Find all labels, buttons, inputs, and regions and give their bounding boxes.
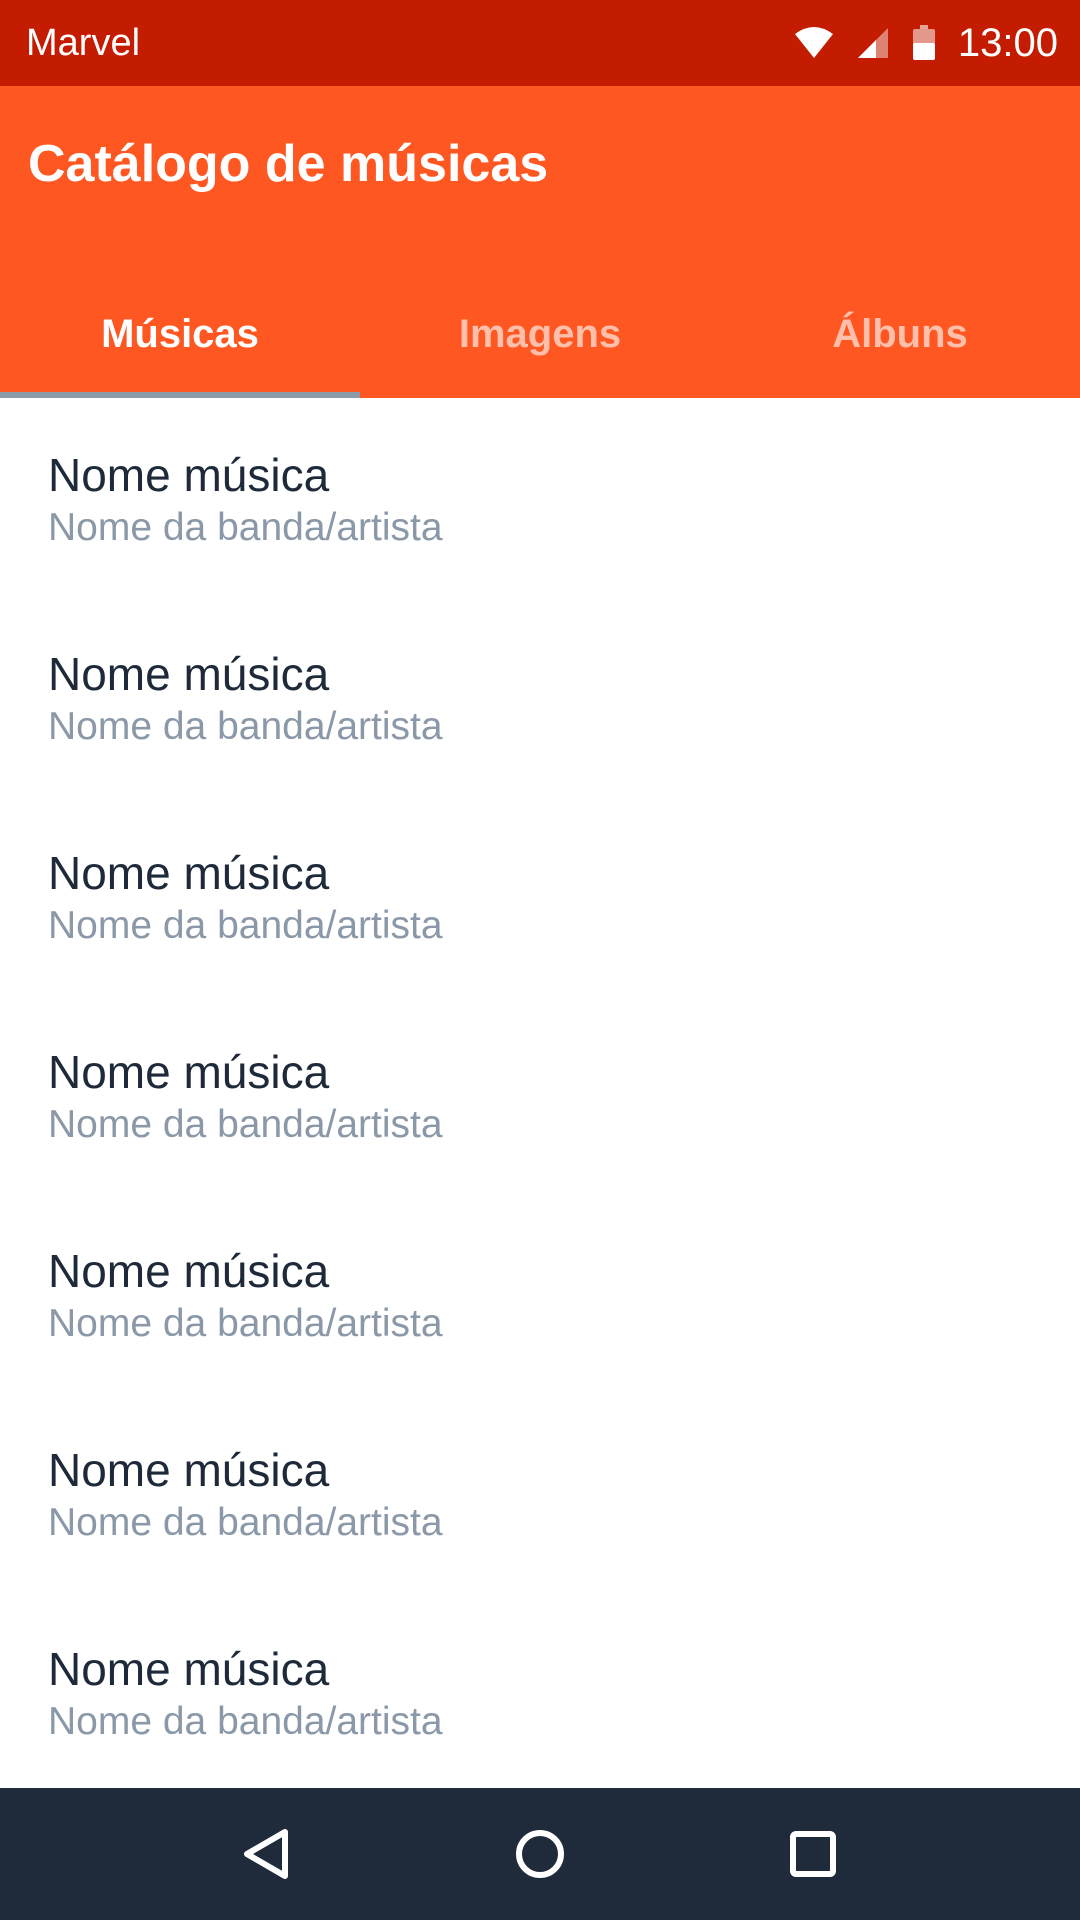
screen: Marvel 13:00 Catálogo de músicas Músicas…: [0, 0, 1080, 1920]
song-artist: Nome da banda/artista: [48, 505, 443, 549]
tab-musicas[interactable]: Músicas: [0, 270, 360, 398]
song-artist: Nome da banda/artista: [48, 1500, 443, 1544]
song-artist: Nome da banda/artista: [48, 1301, 443, 1345]
song-artist: Nome da banda/artista: [48, 1102, 443, 1146]
battery-icon: [912, 25, 936, 61]
list-item[interactable]: Nome música Nome da banda/artista: [0, 1194, 1080, 1393]
song-title: Nome música: [48, 847, 330, 899]
signal-icon: [856, 26, 890, 60]
song-title: Nome música: [48, 1643, 330, 1695]
song-title: Nome música: [48, 1245, 330, 1297]
list-item[interactable]: Nome música Nome da banda/artista: [0, 398, 1080, 597]
list-item[interactable]: Nome música Nome da banda/artista: [0, 995, 1080, 1194]
song-artist: Nome da banda/artista: [48, 704, 443, 748]
list-item[interactable]: Nome música Nome da banda/artista: [0, 796, 1080, 995]
tab-bar: Músicas Imagens Álbuns: [0, 270, 1080, 398]
list-item[interactable]: Nome música Nome da banda/artista: [0, 1393, 1080, 1592]
song-title: Nome música: [48, 449, 330, 501]
wifi-icon: [794, 26, 834, 60]
home-icon[interactable]: [500, 1814, 580, 1894]
song-title: Nome música: [48, 1444, 330, 1496]
app-bar: Catálogo de músicas Músicas Imagens Álbu…: [0, 86, 1080, 398]
song-title: Nome música: [48, 1046, 330, 1098]
tab-albuns[interactable]: Álbuns: [720, 270, 1080, 398]
song-list: Nome música Nome da banda/artista Nome m…: [0, 398, 1080, 1788]
clock: 13:00: [957, 20, 1058, 65]
back-icon[interactable]: [227, 1814, 307, 1894]
list-item[interactable]: Nome música Nome da banda/artista: [0, 1592, 1080, 1788]
status-icons: 13:00: [794, 21, 1058, 66]
song-artist: Nome da banda/artista: [48, 1699, 443, 1743]
song-title: Nome música: [48, 648, 330, 700]
status-bar: Marvel 13:00: [0, 0, 1080, 86]
tab-imagens[interactable]: Imagens: [360, 270, 720, 398]
carrier-name: Marvel: [26, 21, 141, 64]
recents-icon[interactable]: [773, 1814, 853, 1894]
song-artist: Nome da banda/artista: [48, 903, 443, 947]
navigation-bar: [0, 1788, 1080, 1920]
list-item[interactable]: Nome música Nome da banda/artista: [0, 597, 1080, 796]
page-title: Catálogo de músicas: [28, 135, 549, 193]
